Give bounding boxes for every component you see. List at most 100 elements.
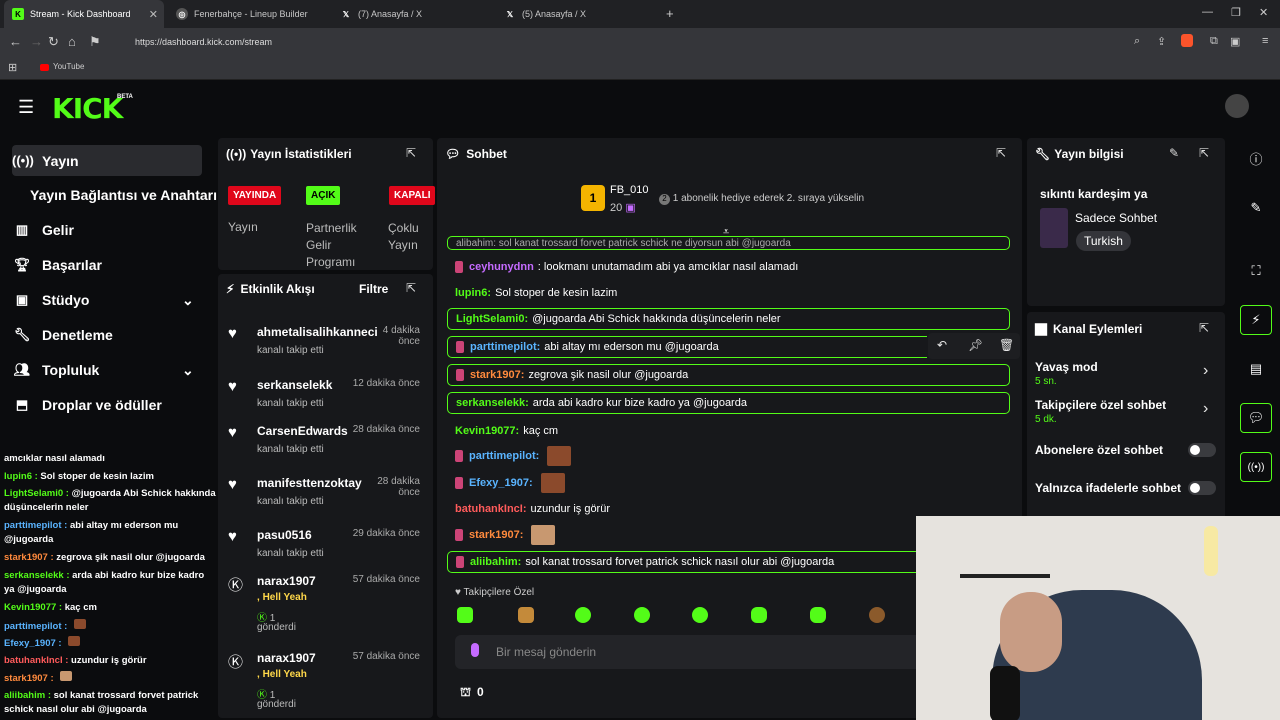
leader-name[interactable]: FB_010 [610,184,649,196]
notes-icon[interactable]: ▤ [1240,354,1272,384]
emote-icon[interactable] [575,607,591,623]
bookmark-icon[interactable]: ⚑ [89,34,101,50]
hamburger-menu-icon[interactable]: ☰ [18,97,34,118]
broadcast-icon[interactable]: ((•)) [1240,452,1272,482]
info-icon[interactable]: ⓘ [1240,143,1272,173]
edit-icon[interactable]: ✎ [1169,146,1179,160]
bookmark-youtube[interactable]: YouTube [53,62,84,71]
home-button[interactable]: ⌂ [68,34,76,49]
maximize-button[interactable]: ❐ [1231,6,1241,19]
fullscreen-icon[interactable]: ⛶ [1240,256,1272,286]
wallet-icon[interactable]: ▣ [1230,35,1240,48]
chat-bubble-icon[interactable]: 💬︎ [1240,403,1272,433]
overlay-msg: stark1907 : zegrova şik nasil olur @jugo… [4,552,205,563]
new-tab-button[interactable]: + [666,6,674,21]
emote-tab-followers[interactable]: ♥ Takipçilere Özel [455,587,534,598]
popout-icon[interactable]: ⇱ [406,281,416,295]
delete-icon[interactable]: 🗑︎ [999,338,1014,352]
zoom-icon[interactable]: ⌕ [1134,35,1140,48]
sub-chat-toggle[interactable] [1188,443,1216,457]
reply-icon[interactable]: ↶ [937,338,947,352]
url-input[interactable]: https://dashboard.kick.com/stream [110,32,1210,52]
emote-icon[interactable] [810,607,826,623]
back-button[interactable]: ← [9,34,22,49]
gift-icon: ⬒ [15,397,29,412]
sidebar-item-studyo[interactable]: ▣ Stüdyo ⌄ [12,285,202,315]
brave-shield-icon[interactable] [1181,34,1193,47]
edit-icon[interactable]: ✎ [1240,193,1272,223]
pin-icon[interactable]: 📌︎ [968,338,983,352]
popout-icon[interactable]: ⇱ [1199,321,1209,335]
tab-lineup[interactable]: ◎ Fenerbahçe - Lineup Builder [168,0,328,28]
forward-button[interactable]: → [30,34,43,49]
sidebar-item-topluluk[interactable]: 👥︎ Topluluk ⌄ [12,355,202,385]
overlay-msg: Kevin19077 : kaç cm [4,602,97,613]
minimize-button[interactable]: — [1202,6,1213,18]
tab-x-7[interactable]: 𝕏 (7) Anasayfa / X [332,0,492,28]
sub-badge-icon [455,450,463,462]
tab-stream[interactable]: K Stream - Kick Dashboard ✕ [4,0,164,28]
emote-icon[interactable] [751,607,767,623]
sidebar-item-yayin[interactable]: ((•)) Yayın [12,145,202,176]
activity-item: ♥ serkanselekk kanalı takip etti 12 dakika … [228,378,420,409]
overlay-msg: parttimepilot : [4,619,216,634]
sidebar-item-gelir[interactable]: ▥ Gelir [12,215,202,245]
bolt-icon: ⚡︎ [226,282,235,296]
popout-icon[interactable]: ⇱ [1199,146,1209,160]
emote-icon[interactable] [457,607,473,623]
sidebar-item-stream-key[interactable]: Yayın Bağlantısı ve Anahtarı [30,180,220,210]
studio-icon: ▣ [15,292,29,307]
emote-chat-toggle[interactable] [1188,481,1216,495]
sidebar-item-basarilar[interactable]: 🏆︎ Başarılar [12,250,202,280]
extensions-icon[interactable]: ⧉ [1210,35,1218,48]
overlay-chat: amcıklar nasıl alamadı lupin6 : Sol stop… [0,450,216,720]
stat-label-partner: Partnerlik Gelir Programı [306,221,357,269]
kick-logo[interactable]: KICK [52,92,123,125]
share-icon[interactable]: ⇪ [1157,35,1166,48]
chat-title: 💬︎ Sohbet [445,147,507,161]
channel-points[interactable]: ⛫ 0 [460,685,484,701]
chat-message: lupin6: Sol stoper de kesin lazim [455,287,618,299]
category-name[interactable]: Sadece Sohbet [1075,211,1157,225]
beta-label: BETA [117,94,133,100]
chat-input[interactable]: Bir mesaj gönderin [455,635,925,669]
webcam-lamp [1204,526,1218,576]
emote-icon[interactable] [869,607,885,623]
sidebar-item-denetleme[interactable]: 🔧︎ Denetleme [12,320,202,350]
microphone-icon[interactable] [471,643,479,657]
leaderboard-rank-badge: 1 [581,185,605,211]
close-window-button[interactable]: ✕ [1259,6,1268,19]
emote-icon[interactable] [692,607,708,623]
emote-icon[interactable] [518,607,534,623]
filter-button[interactable]: Filtre [359,282,388,296]
youtube-icon [40,64,49,71]
reload-button[interactable]: ↻ [48,34,59,50]
webcam-face [1000,592,1062,672]
overlay-msg: amcıklar nasıl alamadı [4,453,105,464]
x-logo-icon: 𝕏 [506,9,514,19]
overlay-msg: parttimepilot : abi altay mı ederson mu … [4,520,179,545]
sidebar-item-droplar[interactable]: ⬒ Droplar ve ödüller [12,390,202,420]
close-tab-icon[interactable]: ✕ [149,8,158,21]
follower-chat-row[interactable]: Takipçilere özel sohbet 5 dk. › [1035,398,1220,428]
x-logo-icon: 𝕏 [342,9,350,19]
sub-badge-icon [455,477,463,489]
emote-chat-row: Yalnızca ifadelerle sohbet [1035,481,1220,501]
slow-mode-row[interactable]: Yavaş mod 5 sn. › [1035,360,1220,390]
gift-promo: 2 1 abonelik hediye ederek 2. sıraya yük… [659,193,864,205]
kick-favicon-icon: K [12,8,24,20]
language-tag: Turkish [1076,231,1131,251]
apps-icon[interactable]: ⊞ [8,61,17,74]
actions-bolt-icon[interactable]: ⚡︎ [1240,305,1272,335]
tab-x-5[interactable]: 𝕏 (5) Anasayfa / X [496,0,656,28]
sub-badge-icon [455,529,463,541]
webcam-microphone [990,666,1020,720]
popout-icon[interactable]: ⇱ [406,146,416,160]
chevron-right-icon: › [1203,362,1209,379]
activity-title: ⚡︎ Etkinlik Akışı [226,282,315,296]
avatar[interactable] [1225,94,1249,118]
chat-message-cut: alibahim: sol kanat trossard forvet patr… [447,236,1010,250]
emote-icon[interactable] [634,607,650,623]
menu-icon[interactable]: ≡ [1262,35,1268,47]
popout-icon[interactable]: ⇱ [996,146,1006,160]
